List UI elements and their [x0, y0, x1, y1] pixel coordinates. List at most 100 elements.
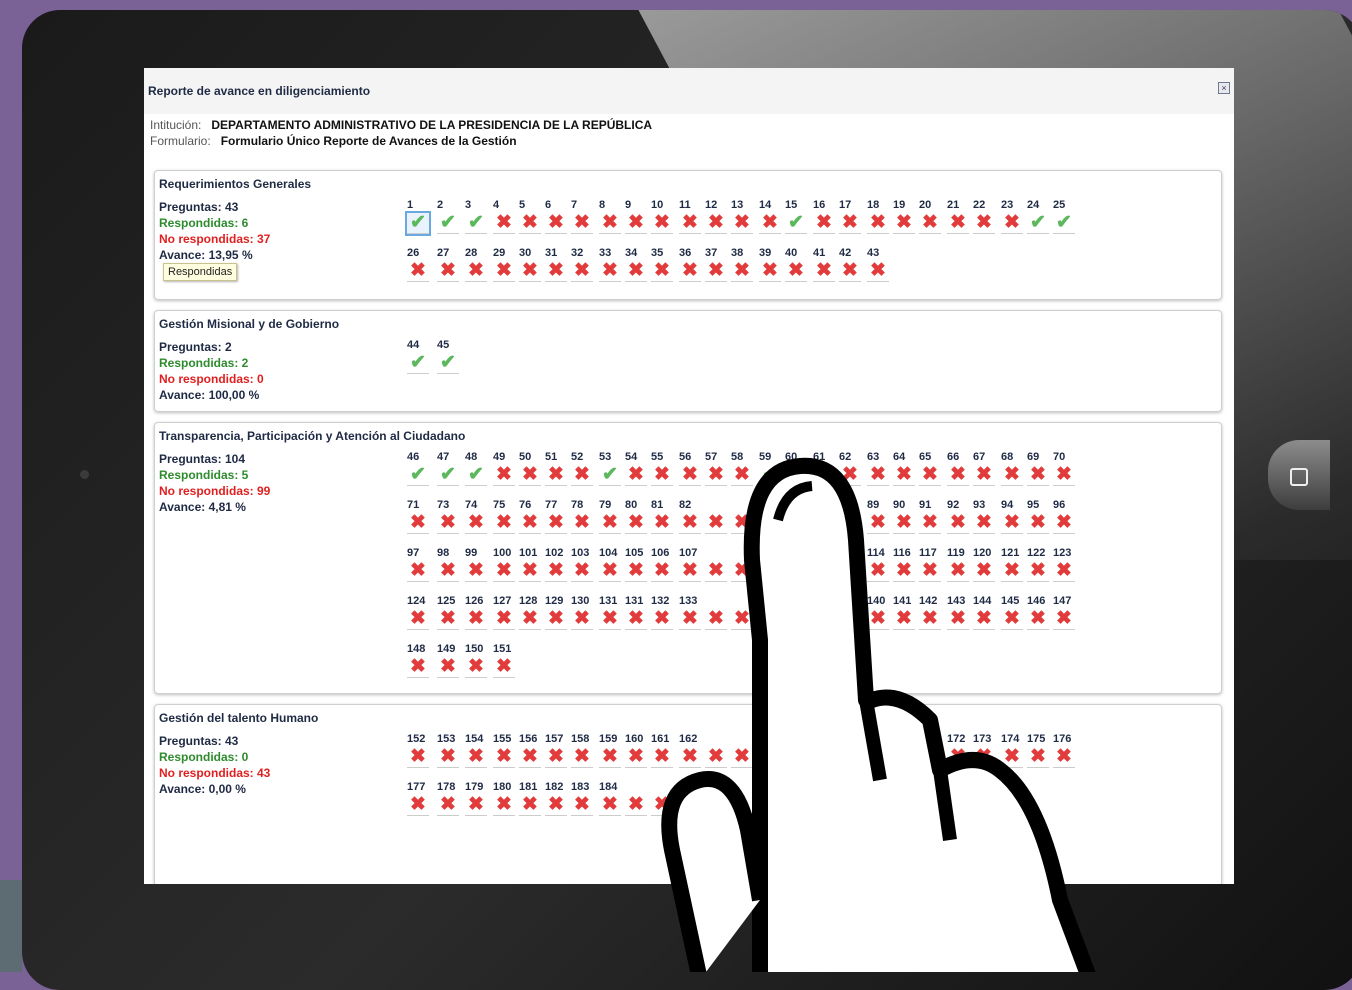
- question-cell[interactable]: 73 ✖: [437, 499, 467, 534]
- cross-icon: ✖: [571, 561, 593, 582]
- question-cell[interactable]: ✖: [731, 547, 761, 582]
- question-cell[interactable]: 153 ✖: [437, 733, 467, 768]
- question-cell[interactable]: 2 ✔: [437, 199, 467, 234]
- formulario-value: Formulario Único Reporte de Avances de l…: [220, 134, 517, 148]
- question-cell[interactable]: 3 ✔: [465, 199, 495, 234]
- close-icon[interactable]: ×: [1218, 82, 1230, 94]
- question-cell[interactable]: 67 ✖: [973, 451, 1003, 486]
- question-cell[interactable]: 103 ✖: [571, 547, 601, 582]
- question-cell[interactable]: 151 ✖: [493, 643, 523, 678]
- question-cell[interactable]: 55 ✖: [651, 451, 681, 486]
- question-cell[interactable]: 178 ✖: [437, 781, 467, 816]
- question-cell[interactable]: 52 ✖: [571, 451, 601, 486]
- question-cell[interactable]: 78 ✖: [571, 499, 601, 534]
- question-cell[interactable]: 20 ✖: [919, 199, 949, 234]
- question-cell[interactable]: 158 ✖: [571, 733, 601, 768]
- home-button[interactable]: [1268, 440, 1330, 510]
- question-cell[interactable]: 130 ✖: [571, 595, 601, 630]
- question-cell[interactable]: 81 ✖: [651, 499, 681, 534]
- question-cell[interactable]: 97 ✖: [407, 547, 437, 582]
- question-cell[interactable]: 152 ✖: [407, 733, 437, 768]
- question-cell[interactable]: 132 ✖: [651, 595, 681, 630]
- question-cell[interactable]: 35 ✖: [651, 247, 681, 282]
- question-cell[interactable]: 44 ✔: [407, 339, 437, 374]
- question-number: 113: [839, 547, 857, 559]
- question-cell[interactable]: 142 ✖: [919, 595, 949, 630]
- question-cell[interactable]: 98 ✖: [437, 547, 467, 582]
- question-cell[interactable]: 93 ✖: [973, 499, 1003, 534]
- question-cell[interactable]: 183 ✖: [571, 781, 601, 816]
- question-cell[interactable]: 17 ✖: [839, 199, 869, 234]
- question-cell[interactable]: 179 ✖: [465, 781, 495, 816]
- question-cell[interactable]: 71 ✖: [407, 499, 437, 534]
- question-cell[interactable]: 86 ✖: [785, 499, 815, 534]
- question-cell[interactable]: 47 ✔: [437, 451, 467, 486]
- question-cell[interactable]: 42 ✖: [839, 247, 869, 282]
- question-cell[interactable]: 173 ✖: [973, 733, 1003, 768]
- question-cell[interactable]: 1 ✔: [405, 199, 437, 236]
- question-cell[interactable]: 58 ✖: [731, 451, 761, 486]
- question-cell[interactable]: 96 ✖: [1053, 499, 1083, 534]
- question-cell[interactable]: ✖: [731, 733, 761, 768]
- cross-icon: ✖: [493, 657, 515, 678]
- cross-icon: ✖: [867, 213, 889, 234]
- question-cell[interactable]: 13 ✖: [731, 199, 761, 234]
- question-cell[interactable]: 171 ✖: [919, 733, 949, 768]
- question-cell[interactable]: 38 ✖: [731, 247, 761, 282]
- question-cell[interactable]: 28 ✖: [465, 247, 495, 282]
- question-cell[interactable]: ✖: [839, 733, 869, 768]
- question-cell[interactable]: 144 ✖: [973, 595, 1003, 630]
- question-cell[interactable]: 7 ✖: [571, 199, 601, 234]
- question-cell[interactable]: 70 ✖: [1053, 451, 1083, 486]
- question-cell[interactable]: ✖: [731, 499, 761, 534]
- question-cell[interactable]: 46 ✔: [407, 451, 437, 486]
- question-cell[interactable]: 32 ✖: [571, 247, 601, 282]
- question-cell[interactable]: 154 ✖: [465, 733, 495, 768]
- question-cell[interactable]: 125 ✖: [437, 595, 467, 630]
- question-cell[interactable]: 117 ✖: [919, 547, 949, 582]
- question-cell[interactable]: 65 ✖: [919, 451, 949, 486]
- question-cell[interactable]: 87 ✖: [679, 781, 709, 816]
- question-cell[interactable]: 113 ✖: [839, 547, 869, 582]
- question-cell[interactable]: 45 ✔: [437, 339, 467, 374]
- cross-icon: ✖: [759, 609, 781, 630]
- question-cell[interactable]: 148 ✖: [407, 643, 437, 678]
- cross-icon: ✖: [759, 213, 781, 234]
- cross-icon: ✖: [1001, 213, 1023, 234]
- question-cell[interactable]: 149 ✖: [437, 643, 467, 678]
- question-cell[interactable]: 176 ✖: [1053, 733, 1083, 768]
- question-cell[interactable]: 139 ✖: [839, 595, 869, 630]
- question-cell[interactable]: 126 ✖: [465, 595, 495, 630]
- question-cell[interactable]: 74 ✖: [465, 499, 495, 534]
- question-cell[interactable]: 48 ✔: [465, 451, 495, 486]
- question-cell[interactable]: 177 ✖: [407, 781, 437, 816]
- question-cell[interactable]: 22 ✖: [973, 199, 1003, 234]
- question-cell[interactable]: 147 ✖: [1053, 595, 1083, 630]
- question-cell[interactable]: 40 ✖: [785, 247, 815, 282]
- question-number: 161: [651, 733, 670, 745]
- question-cell[interactable]: 62 ✖: [839, 451, 869, 486]
- question-cell[interactable]: 124 ✖: [407, 595, 437, 630]
- question-cell[interactable]: 120 ✖: [973, 547, 1003, 582]
- question-cell[interactable]: 15 ✔: [785, 199, 815, 234]
- question-cell[interactable]: 43 ✖: [867, 247, 897, 282]
- question-cell[interactable]: 10 ✖: [651, 199, 681, 234]
- cross-icon: ✖: [493, 795, 515, 816]
- question-cell[interactable]: 106 ✖: [651, 547, 681, 582]
- question-cell[interactable]: 123 ✖: [1053, 547, 1083, 582]
- question-cell[interactable]: 88 ✖: [839, 499, 869, 534]
- question-cell[interactable]: 37 ✖: [785, 595, 815, 630]
- question-cell[interactable]: 161 ✖: [651, 733, 681, 768]
- question-cell[interactable]: 91 ✖: [919, 499, 949, 534]
- question-cell[interactable]: ✖: [651, 781, 681, 816]
- question-cell[interactable]: 99 ✖: [465, 547, 495, 582]
- question-cell[interactable]: ✖: [731, 595, 761, 630]
- question-cell[interactable]: 60 ✖: [785, 451, 815, 486]
- question-number: 178: [437, 781, 456, 793]
- question-cell[interactable]: ✖: [785, 733, 815, 768]
- question-cell[interactable]: 150 ✖: [465, 643, 495, 678]
- question-cell[interactable]: 26 ✖: [407, 247, 437, 282]
- question-cell[interactable]: 27 ✖: [437, 247, 467, 282]
- question-cell[interactable]: 11 ✖: [785, 547, 815, 582]
- question-cell[interactable]: 25 ✔: [1053, 199, 1083, 234]
